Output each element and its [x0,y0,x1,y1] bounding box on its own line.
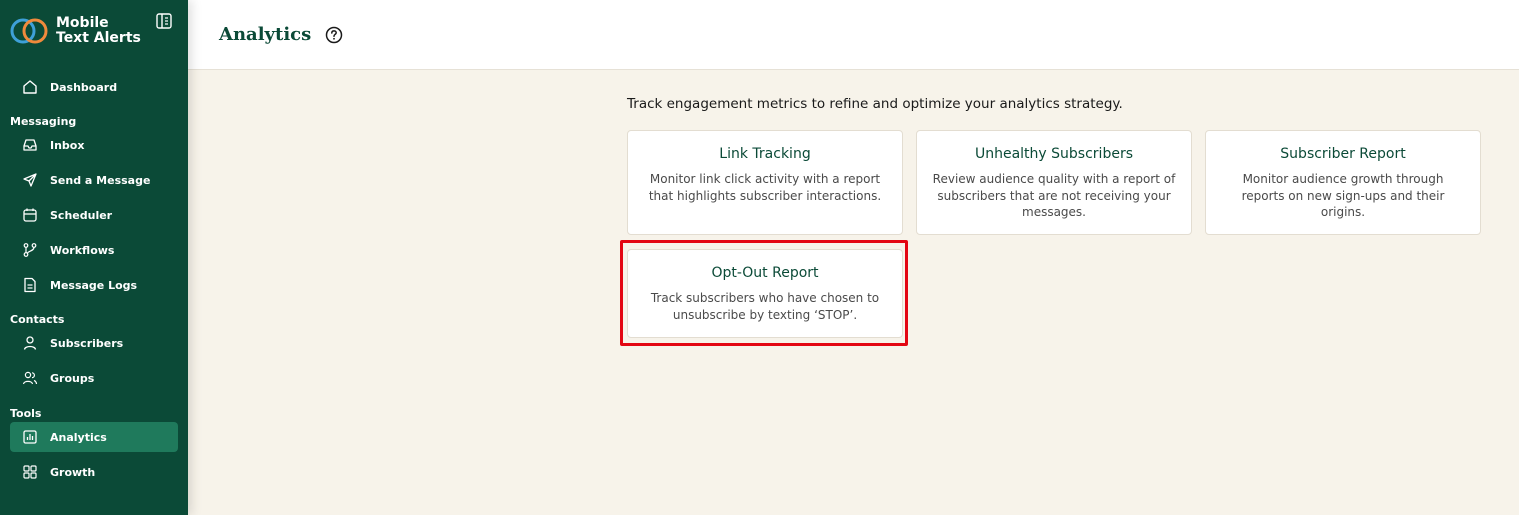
card-title: Unhealthy Subscribers [974,146,1133,162]
app-name-line2: Text Alerts [56,30,141,46]
sidebar-item-label: Message Logs [50,278,138,292]
workflow-icon [22,242,38,258]
sidebar-item-inbox[interactable]: Inbox [10,130,178,160]
card-title: Link Tracking [719,146,811,162]
card-description-line: messages. [1022,205,1086,219]
sidebar-item-label: Inbox [50,138,85,152]
card-description-line: Review audience quality with a report of [932,172,1176,186]
sidebar-item-dashboard[interactable]: Dashboard [10,72,178,102]
sidebar-item-message-logs[interactable]: Message Logs [10,270,178,300]
sidebar-item-label: Workflows [50,243,115,257]
card-description: Monitor audience growth through reports … [1206,171,1480,221]
card-description: Monitor link click activity with a repor… [628,171,902,204]
sidebar-item-scheduler[interactable]: Scheduler [10,200,178,230]
users-icon [22,370,38,386]
inbox-icon [22,137,38,153]
subscriber-report-card[interactable]: Subscriber Report Monitor audience growt… [1205,130,1481,235]
user-icon [22,335,38,351]
app-name-line1: Mobile [56,15,109,31]
sidebar-collapse-icon[interactable] [155,12,173,30]
card-description-line: reports on new sign-ups and their [1241,188,1445,203]
card-description-line: subscribers that are not receiving your [937,188,1171,203]
sidebar-item-send-message[interactable]: Send a Message [10,165,178,195]
sidebar-item-analytics[interactable]: Analytics [10,422,178,452]
card-title: Opt-Out Report [711,265,819,281]
card-description: Review audience quality with a report of… [917,171,1191,221]
sidebar-item-workflows[interactable]: Workflows [10,235,178,265]
section-label-messaging: Messaging [10,115,77,128]
sidebar-item-label: Growth [50,465,96,479]
app-name: Mobile Text Alerts [56,16,141,46]
sidebar-item-label: Subscribers [50,336,124,350]
sidebar-item-label: Send a Message [50,173,151,187]
opt-out-report-card[interactable]: Opt-Out Report Track subscribers who hav… [627,249,903,338]
page-title: Analytics [219,24,312,45]
section-label-contacts: Contacts [10,313,65,326]
sidebar-item-subscribers[interactable]: Subscribers [10,328,178,358]
card-description: Track subscribers who have chosen to uns… [628,290,902,323]
document-icon [22,277,38,293]
chart-icon [22,429,38,445]
sidebar-item-growth[interactable]: Growth [10,457,178,487]
card-description-line: Monitor audience growth through [1242,172,1444,186]
app-logo[interactable]: Mobile Text Alerts [10,15,141,47]
card-description-line: that highlights subscriber interactions. [648,188,882,203]
intro-text: Track engagement metrics to refine and o… [627,96,1123,112]
card-description-line: origins. [1320,205,1366,219]
card-description-line: Monitor link click activity with a repor… [649,172,881,186]
sidebar: Mobile Text Alerts Dashboard Messaging I… [0,0,188,515]
sidebar-item-label: Scheduler [50,208,113,222]
send-icon [22,172,38,188]
card-description-line: Track subscribers who have chosen to [650,291,880,305]
card-description-line: unsubscribe by texting ‘STOP’. [672,307,858,322]
sidebar-item-label: Analytics [50,430,107,444]
unhealthy-subscribers-card[interactable]: Unhealthy Subscribers Review audience qu… [916,130,1192,235]
help-icon[interactable] [325,26,343,44]
sidebar-item-groups[interactable]: Groups [10,363,178,393]
home-icon [22,79,38,95]
sidebar-item-label: Groups [50,371,95,385]
card-title: Subscriber Report [1280,146,1406,162]
sidebar-item-label: Dashboard [50,80,118,94]
section-label-tools: Tools [10,407,42,420]
page-header: Analytics [188,0,1519,70]
grid-icon [22,464,38,480]
calendar-icon [22,207,38,223]
logo-icon [10,18,48,44]
link-tracking-card[interactable]: Link Tracking Monitor link click activit… [627,130,903,235]
